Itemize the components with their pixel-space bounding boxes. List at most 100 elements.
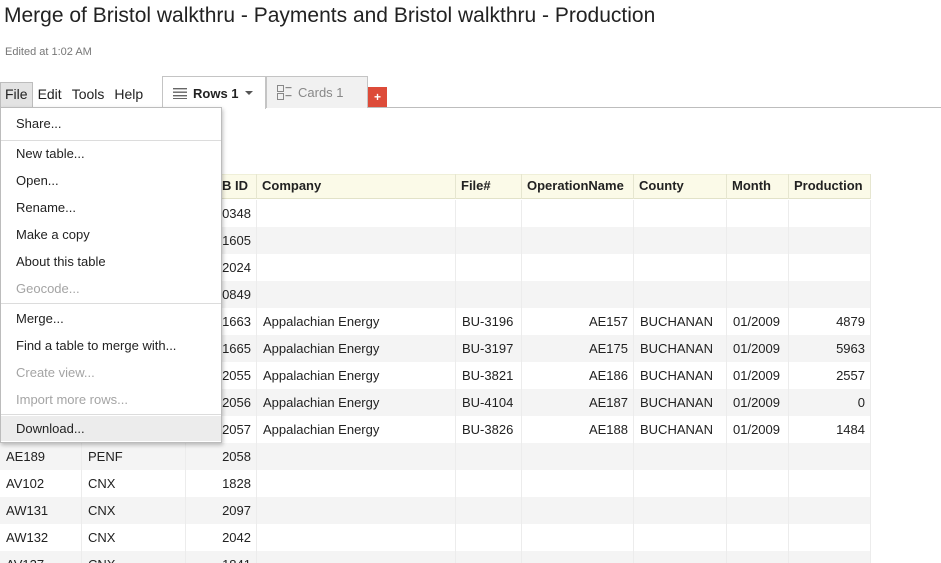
cell-month[interactable] (727, 227, 789, 254)
column-header-company[interactable]: Company (257, 174, 456, 199)
tab-cards[interactable]: Cards 1 (266, 76, 368, 108)
cell-county[interactable] (634, 281, 727, 308)
cell-production[interactable]: 5963 (789, 335, 871, 362)
cell-month[interactable] (727, 551, 789, 563)
cell-operation[interactable]: AE157 (522, 308, 634, 335)
cell-month[interactable] (727, 281, 789, 308)
cell-operator[interactable]: CNX (82, 470, 186, 497)
cell-company[interactable] (257, 281, 456, 308)
cell-production[interactable] (789, 200, 871, 227)
cell-production[interactable]: 2557 (789, 362, 871, 389)
cell-company[interactable] (257, 551, 456, 563)
cell-operation[interactable] (522, 524, 634, 551)
cell-county[interactable] (634, 497, 727, 524)
table-row[interactable]: AW131 CNX 2097 (0, 497, 871, 524)
cell-month[interactable] (727, 200, 789, 227)
menu-item-about[interactable]: About this table (1, 249, 221, 274)
menu-item-share[interactable]: Share... (1, 111, 221, 136)
menu-item-find-merge[interactable]: Find a table to merge with... (1, 333, 221, 358)
cell-operation[interactable] (522, 470, 634, 497)
tab-rows[interactable]: Rows 1 (162, 76, 266, 109)
table-row[interactable]: AV102 CNX 1828 (0, 470, 871, 497)
menu-item-rename[interactable]: Rename... (1, 195, 221, 220)
cell-company[interactable]: Appalachian Energy (257, 389, 456, 416)
cell-county[interactable]: BUCHANAN (634, 389, 727, 416)
cell-id[interactable]: 2097 (186, 497, 257, 524)
edit-menu[interactable]: Edit (33, 82, 67, 108)
column-header-file[interactable]: File# (456, 174, 522, 199)
cell-month[interactable]: 01/2009 (727, 308, 789, 335)
cell-operation[interactable] (522, 227, 634, 254)
cell-file[interactable] (456, 227, 522, 254)
cell-company[interactable] (257, 443, 456, 470)
cell-well-id[interactable]: AV102 (0, 470, 82, 497)
cell-file[interactable] (456, 470, 522, 497)
cell-well-id[interactable]: AE189 (0, 443, 82, 470)
cell-production[interactable] (789, 443, 871, 470)
cell-county[interactable] (634, 443, 727, 470)
tools-menu[interactable]: Tools (67, 82, 110, 108)
cell-file[interactable]: BU-3826 (456, 416, 522, 443)
file-menu[interactable]: File (0, 82, 33, 108)
cell-production[interactable] (789, 524, 871, 551)
cell-county[interactable] (634, 254, 727, 281)
cell-operator[interactable]: PENF (82, 443, 186, 470)
cell-production[interactable] (789, 281, 871, 308)
cell-production[interactable]: 0 (789, 389, 871, 416)
cell-file[interactable]: BU-4104 (456, 389, 522, 416)
cell-file[interactable] (456, 497, 522, 524)
cell-file[interactable]: BU-3821 (456, 362, 522, 389)
cell-production[interactable]: 4879 (789, 308, 871, 335)
menu-item-make-copy[interactable]: Make a copy (1, 222, 221, 247)
cell-company[interactable] (257, 470, 456, 497)
add-tab-button[interactable]: + (368, 87, 387, 107)
cell-operation[interactable]: AE175 (522, 335, 634, 362)
cell-file[interactable] (456, 254, 522, 281)
cell-operation[interactable] (522, 551, 634, 563)
cell-month[interactable] (727, 443, 789, 470)
chevron-down-icon[interactable] (244, 91, 253, 95)
cell-month[interactable] (727, 497, 789, 524)
cell-file[interactable] (456, 200, 522, 227)
cell-county[interactable]: BUCHANAN (634, 335, 727, 362)
help-menu[interactable]: Help (109, 82, 148, 108)
cell-county[interactable] (634, 551, 727, 563)
cell-file[interactable] (456, 551, 522, 563)
cell-well-id[interactable]: AW131 (0, 497, 82, 524)
cell-operation[interactable] (522, 200, 634, 227)
column-header-operation[interactable]: OperationName (522, 174, 634, 199)
cell-operator[interactable]: CNX (82, 551, 186, 563)
cell-operation[interactable] (522, 443, 634, 470)
cell-operation[interactable] (522, 281, 634, 308)
cell-production[interactable] (789, 551, 871, 563)
cell-file[interactable]: BU-3196 (456, 308, 522, 335)
cell-production[interactable] (789, 254, 871, 281)
cell-production[interactable] (789, 470, 871, 497)
cell-id[interactable]: 1841 (186, 551, 257, 563)
cell-company[interactable] (257, 524, 456, 551)
cell-company[interactable] (257, 497, 456, 524)
cell-month[interactable]: 01/2009 (727, 362, 789, 389)
cell-operation[interactable]: AE186 (522, 362, 634, 389)
cell-well-id[interactable]: AW132 (0, 524, 82, 551)
cell-county[interactable] (634, 200, 727, 227)
cell-month[interactable] (727, 524, 789, 551)
cell-operation[interactable]: AE188 (522, 416, 634, 443)
cell-company[interactable]: Appalachian Energy (257, 308, 456, 335)
cell-id[interactable]: 1828 (186, 470, 257, 497)
cell-company[interactable]: Appalachian Energy (257, 362, 456, 389)
cell-month[interactable] (727, 254, 789, 281)
cell-file[interactable] (456, 281, 522, 308)
cell-operation[interactable] (522, 254, 634, 281)
cell-county[interactable]: BUCHANAN (634, 308, 727, 335)
cell-county[interactable]: BUCHANAN (634, 416, 727, 443)
cell-id[interactable]: 2058 (186, 443, 257, 470)
cell-month[interactable]: 01/2009 (727, 389, 789, 416)
cell-county[interactable] (634, 227, 727, 254)
cell-operation[interactable] (522, 497, 634, 524)
cell-well-id[interactable]: AV127 (0, 551, 82, 563)
cell-id[interactable]: 2042 (186, 524, 257, 551)
cell-file[interactable]: BU-3197 (456, 335, 522, 362)
cell-county[interactable]: BUCHANAN (634, 362, 727, 389)
cell-company[interactable] (257, 200, 456, 227)
